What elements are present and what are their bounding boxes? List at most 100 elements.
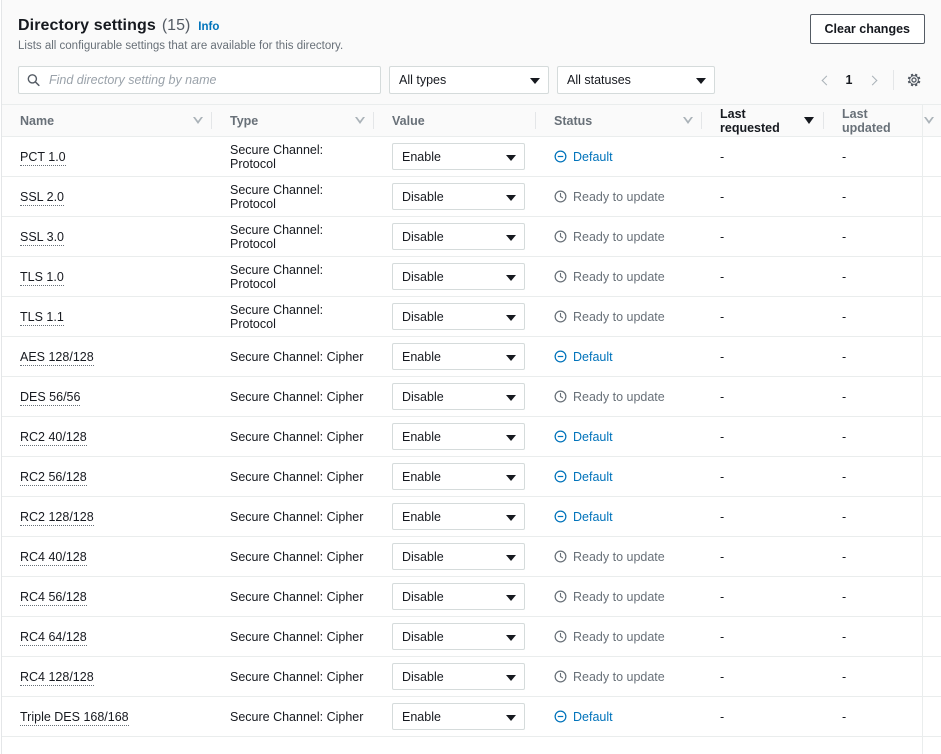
column-header-status[interactable]: Status (536, 104, 702, 137)
cell-type: Secure Channel: Protocol (212, 296, 374, 337)
cell-name: Triple DES 168/168 (2, 696, 212, 737)
setting-name-link[interactable]: DES 56/56 (20, 389, 81, 406)
setting-name-link[interactable]: RC2 56/128 (20, 469, 87, 486)
value-select[interactable]: Disable (392, 623, 525, 650)
value-select-text: Enable (402, 709, 441, 724)
setting-name-link[interactable]: TLS 1.1 (20, 309, 64, 326)
cell-name: TLS 1.1 (2, 296, 212, 337)
value-select-text: Enable (402, 429, 441, 444)
cell-type: Secure Channel: Protocol (212, 216, 374, 257)
chevron-down-icon (506, 154, 516, 161)
value-select[interactable]: Enable (392, 503, 525, 530)
search-field[interactable] (18, 66, 381, 95)
setting-name-link[interactable]: RC4 40/128 (20, 549, 87, 566)
cell-value: Disable (374, 656, 536, 697)
column-header-type[interactable]: Type (212, 104, 374, 137)
setting-name-link[interactable]: RC2 40/128 (20, 429, 87, 446)
value-select[interactable]: Enable (392, 343, 525, 370)
status-filter-select[interactable]: All statuses (557, 66, 715, 95)
column-header-last-requested[interactable]: Last requested (702, 104, 824, 137)
cell-name: RC4 56/128 (2, 576, 212, 617)
setting-name-link[interactable]: RC4 64/128 (20, 629, 87, 646)
clock-icon (554, 670, 567, 683)
info-link[interactable]: Info (198, 21, 219, 35)
setting-name-link[interactable]: SSL 3.0 (20, 229, 65, 246)
value-select[interactable]: Disable (392, 383, 525, 410)
clock-icon (554, 270, 567, 283)
pagination-next-button[interactable] (862, 67, 884, 93)
setting-name-link[interactable]: Triple DES 168/168 (20, 709, 129, 726)
table-row: TLS 1.0 Secure Channel: Protocol Disable Re… (2, 256, 941, 297)
table-row: AES 128/128 Secure Channel: Cipher Enable D… (2, 336, 941, 377)
clear-changes-button[interactable]: Clear changes (809, 14, 925, 44)
cell-name: RC2 40/128 (2, 416, 212, 457)
column-header-last-updated[interactable]: Last updated (824, 104, 941, 137)
chevron-down-icon (506, 394, 516, 401)
cell-name: RC2 56/128 (2, 456, 212, 497)
value-select[interactable]: Disable (392, 583, 525, 610)
status-text: Default (573, 349, 613, 364)
cell-status: Default (536, 136, 702, 177)
settings-table-container[interactable]: Name Type Value Status Last requested La… (2, 104, 941, 754)
cell-name: RC4 128/128 (2, 656, 212, 697)
status-badge: Ready to update (554, 270, 692, 284)
value-select[interactable]: Disable (392, 263, 525, 290)
column-header-name[interactable]: Name (2, 104, 212, 137)
value-select[interactable]: Disable (392, 183, 525, 210)
cell-status: Ready to update (536, 216, 702, 257)
cell-last-requested: - (702, 536, 824, 577)
type-filter-select[interactable]: All types (389, 66, 549, 95)
cell-type: Secure Channel: Cipher (212, 416, 374, 457)
status-badge: Ready to update (554, 550, 692, 564)
status-text: Ready to update (573, 189, 665, 204)
cell-last-requested: - (702, 296, 824, 337)
cell-last-requested: - (702, 696, 824, 737)
value-select-text: Disable (402, 389, 444, 404)
setting-name-link[interactable]: RC2 128/128 (20, 509, 94, 526)
cell-status: Default (536, 696, 702, 737)
table-row: RC2 40/128 Secure Channel: Cipher Enable De… (2, 416, 941, 457)
setting-name-link[interactable]: RC4 56/128 (20, 589, 87, 606)
page-subtitle: Lists all configurable settings that are… (18, 40, 344, 53)
value-select[interactable]: Disable (392, 223, 525, 250)
cell-type: Secure Channel: Cipher (212, 696, 374, 737)
search-input[interactable] (18, 66, 381, 95)
table-row: RC4 128/128 Secure Channel: Cipher Disable… (2, 656, 941, 697)
column-header-value[interactable]: Value (374, 104, 536, 137)
table-row: SSL 3.0 Secure Channel: Protocol Disable Re… (2, 216, 941, 257)
cell-name: TLS 1.0 (2, 256, 212, 297)
cell-last-requested: - (702, 656, 824, 697)
cell-name: RC4 40/128 (2, 536, 212, 577)
table-row: DES 56/56 Secure Channel: Cipher Disable Re… (2, 376, 941, 417)
cell-type: Secure Channel: Cipher (212, 336, 374, 377)
cell-type: Secure Channel: Cipher (212, 656, 374, 697)
cell-value: Enable (374, 456, 536, 497)
value-select[interactable]: Disable (392, 303, 525, 330)
cell-last-updated: - (824, 616, 941, 657)
cell-last-updated: - (824, 296, 941, 337)
value-select-text: Disable (402, 629, 444, 644)
value-select[interactable]: Enable (392, 463, 525, 490)
preferences-button[interactable] (903, 69, 925, 91)
cell-last-requested: - (702, 496, 824, 537)
value-select[interactable]: Enable (392, 703, 525, 730)
value-select[interactable]: Enable (392, 423, 525, 450)
setting-name-link[interactable]: PCT 1.0 (20, 149, 66, 166)
value-select[interactable]: Disable (392, 663, 525, 690)
table-row: RC4 40/128 Secure Channel: Cipher Disable R… (2, 536, 941, 577)
pagination-prev-button[interactable] (814, 67, 836, 93)
setting-name-link[interactable]: TLS 1.0 (20, 269, 64, 286)
chevron-down-icon (506, 514, 516, 521)
setting-name-link[interactable]: AES 128/128 (20, 349, 94, 366)
value-select[interactable]: Enable (392, 143, 525, 170)
table-body: PCT 1.0 Secure Channel: Protocol Enable Def… (2, 136, 941, 737)
pagination-page-1[interactable]: 1 (838, 73, 860, 87)
value-select-text: Disable (402, 589, 444, 604)
cell-status: Ready to update (536, 576, 702, 617)
cell-status: Ready to update (536, 616, 702, 657)
clock-icon (554, 230, 567, 243)
table-row: Triple DES 168/168 Secure Channel: Cipher… (2, 696, 941, 737)
value-select[interactable]: Disable (392, 543, 525, 570)
setting-name-link[interactable]: SSL 2.0 (20, 189, 65, 206)
setting-name-link[interactable]: RC4 128/128 (20, 669, 94, 686)
